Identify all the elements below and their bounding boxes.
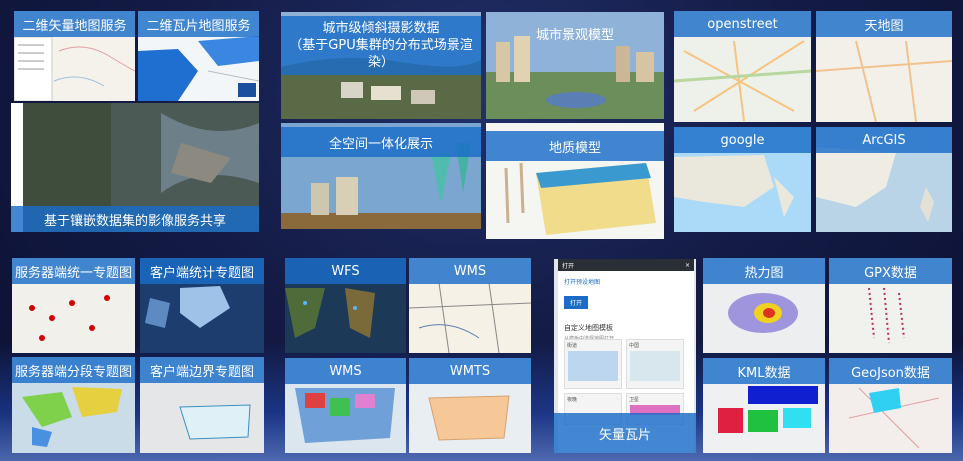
tile-openstreet-caption: openstreet [674,11,811,37]
tile-wms-1[interactable]: WMS [409,258,531,353]
tile-oblique-caption: 城市级倾斜摄影数据 （基于GPU集群的分布式场景渲染） [281,16,481,75]
tile-client-stat-caption: 客户端统计专题图 [140,258,264,284]
tile-client-stat[interactable]: 客户端统计专题图 [140,258,264,353]
template-card-china-map [630,351,680,381]
tile-mosaic[interactable]: 基于镶嵌数据集的影像服务共享 [11,103,259,232]
oblique-caption-line1: 城市级倾斜摄影数据 [322,21,440,36]
oblique-caption-line2: （基于GPU集群的分布式场景渲染） [289,38,473,70]
tile-tile-map-caption: 二维瓦片地图服务 [138,11,259,37]
tile-client-boundary[interactable]: 客户端边界专题图 [140,357,264,453]
tile-wms-1-caption: WMS [409,258,531,284]
tile-tile-map[interactable]: 二维瓦片地图服务 [138,11,259,101]
tile-openstreet[interactable]: openstreet [674,11,811,122]
tile-vector-tile-caption: 矢量瓦片 [554,413,696,453]
open-button[interactable]: 打开 [564,296,589,309]
tile-vector-map-caption: 二维矢量地图服务 [14,11,135,37]
tile-geojson[interactable]: GeoJson数据 [829,358,952,453]
template-card-street-map [568,351,618,381]
template-card-street-label: 街道 [567,343,578,349]
custom-template-title: 自定义地图模板 [564,324,613,332]
tile-client-boundary-caption: 客户端边界专题图 [140,357,264,383]
tile-vector-map[interactable]: 二维矢量地图服务 [14,11,135,101]
tile-gpx[interactable]: GPX数据 [829,258,952,353]
tile-fullspace-caption: 全空间一体化展示 [281,127,481,157]
tile-wfs-caption: WFS [285,258,406,284]
tile-geology-caption: 地质模型 [486,131,664,161]
dialog-link[interactable]: 打开预设地图 [564,277,688,286]
tile-oblique[interactable]: 城市级倾斜摄影数据 （基于GPU集群的分布式场景渲染） [281,12,481,119]
tile-vector-tile[interactable]: 打开 × 打开预设地图 打开 自定义地图模板 从模板中选择地图打开 街道 中国 … [554,259,696,453]
tile-city-model[interactable]: 城市景观模型 [486,12,664,119]
dialog-title: 打开 [562,262,575,270]
tile-geojson-caption: GeoJson数据 [829,358,952,384]
tile-tianditu[interactable]: 天地图 [816,11,952,122]
tile-wfs[interactable]: WFS [285,258,406,353]
tile-server-thematic[interactable]: 服务器端统一专题图 [12,258,135,353]
tile-wmts-caption: WMTS [409,358,531,384]
close-icon[interactable]: × [685,262,690,269]
tile-arcgis[interactable]: ArcGIS [816,127,952,232]
tile-google[interactable]: google [674,127,811,232]
tile-mosaic-caption: 基于镶嵌数据集的影像服务共享 [11,206,259,232]
tile-geology[interactable]: 地质模型 [486,123,664,239]
tile-google-caption: google [674,127,811,153]
tile-wms-2[interactable]: WMS [285,358,406,453]
tile-wmts[interactable]: WMTS [409,358,531,453]
tile-tianditu-caption: 天地图 [816,11,952,37]
tile-heatmap-caption: 热力图 [703,258,825,284]
dialog-titlebar: 打开 × [558,259,694,271]
tile-server-segment[interactable]: 服务器端分段专题图 [12,357,135,453]
template-card-china-label: 中国 [629,343,640,349]
template-card-night-label: 夜晚 [567,397,578,403]
tile-server-thematic-caption: 服务器端统一专题图 [12,258,135,284]
tile-city-model-caption: 城市景观模型 [535,27,614,43]
tile-arcgis-caption: ArcGIS [816,127,952,153]
tile-wms-2-caption: WMS [285,358,406,384]
tile-server-segment-caption: 服务器端分段专题图 [12,357,135,383]
tile-kml[interactable]: KML数据 [703,358,825,453]
tile-heatmap[interactable]: 热力图 [703,258,825,353]
template-card-satellite-label: 卫星 [629,397,640,403]
template-card-street[interactable]: 街道 [564,339,622,389]
tile-gpx-caption: GPX数据 [829,258,952,284]
template-card-china[interactable]: 中国 [626,339,684,389]
tile-fullspace[interactable]: 全空间一体化展示 [281,123,481,229]
tile-kml-caption: KML数据 [703,358,825,384]
